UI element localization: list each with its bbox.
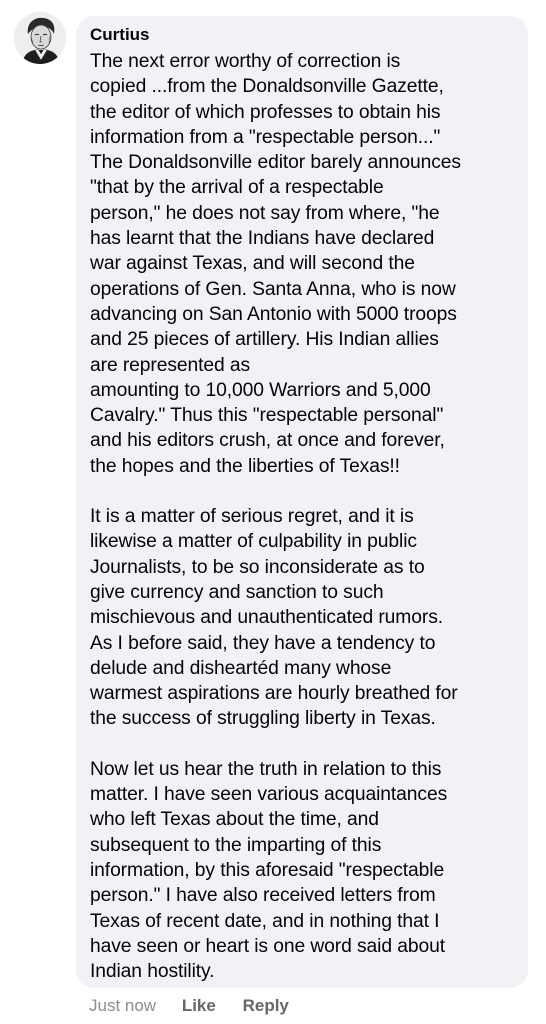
portrait-engraving-avatar: [14, 12, 66, 64]
text-line: Journalists, to be so inconsiderate as t…: [90, 556, 425, 578]
text-line: warmest aspirations are hourly breathed …: [90, 683, 458, 705]
text-line: information, by this aforesaid "respecta…: [90, 859, 445, 881]
like-button[interactable]: Like: [182, 994, 216, 1018]
text-line: mischievous and unauthenticated rumors.: [90, 607, 444, 629]
comment-paragraph: The next error worthy of correction is c…: [90, 49, 516, 479]
text-line: matter. I have seen various acquaintance…: [90, 784, 448, 806]
text-line: and 25 pieces of artillery. His Indian a…: [90, 329, 439, 351]
comment-paragraph: It is a matter of serious regret, and it…: [90, 504, 516, 732]
comment-author-name[interactable]: Curtius: [90, 24, 516, 46]
text-line: As I before said, they have a tendency t…: [90, 632, 436, 654]
text-line: The Donaldsonville editor barely announc…: [90, 152, 461, 174]
text-line: have seen or heart is one word said abou…: [90, 935, 445, 957]
text-line: the success of struggling liberty in Tex…: [90, 708, 436, 730]
avatar[interactable]: [14, 12, 66, 64]
text-line: war against Texas, and will second the: [90, 253, 415, 275]
text-line: The next error worthy of correction is: [90, 51, 401, 72]
text-line: information from a "respectable person..…: [90, 126, 441, 148]
text-line: Texas of recent date, and in nothing tha…: [90, 910, 440, 932]
comment-timestamp[interactable]: Just now: [89, 994, 156, 1018]
text-line: are represented as: [90, 354, 251, 376]
text-line: who left Texas about the time, and: [90, 809, 379, 831]
text-line: has learnt that the Indians have declare…: [90, 228, 435, 250]
comment-bubble: Curtius The next error worthy of correct…: [76, 16, 528, 988]
text-line: Indian hostility.: [90, 961, 215, 983]
text-line: the hopes and the liberties of Texas!!: [90, 455, 400, 477]
text-line: person." I have also received letters fr…: [90, 885, 436, 907]
comment-actions: Just now Like Reply: [89, 994, 289, 1018]
comment-paragraph: Now let us hear the truth in relation to…: [90, 757, 516, 985]
text-line: Cavalry." Thus this "respectable persona…: [90, 405, 444, 427]
text-line: "that by the arrival of a respectable: [90, 177, 384, 199]
text-line: and his editors crush, at once and forev…: [90, 430, 445, 452]
text-line: amounting to 10,000 Warriors and 5,000: [90, 379, 431, 401]
text-line: operations of Gen. Santa Anna, who is no…: [90, 278, 456, 300]
text-line: copied ...from the Donaldsonville Gazett…: [90, 76, 444, 98]
text-line: give currency and sanction to such: [90, 581, 384, 603]
text-line: delude and disheartéd many whose: [90, 657, 392, 679]
comment-body: The next error worthy of correction is c…: [90, 49, 516, 984]
text-line: the editor of which professes to obtain …: [90, 101, 441, 123]
text-line: advancing on San Antonio with 5000 troop…: [90, 303, 457, 325]
text-line: person," he does not say from where, "he: [90, 202, 440, 224]
text-line: subsequent to the imparting of this: [90, 834, 382, 856]
text-line: likewise a matter of culpability in publ…: [90, 531, 417, 553]
reply-button[interactable]: Reply: [243, 994, 289, 1018]
text-line: It is a matter of serious regret, and it…: [90, 506, 414, 528]
text-line: Now let us hear the truth in relation to…: [90, 758, 442, 780]
